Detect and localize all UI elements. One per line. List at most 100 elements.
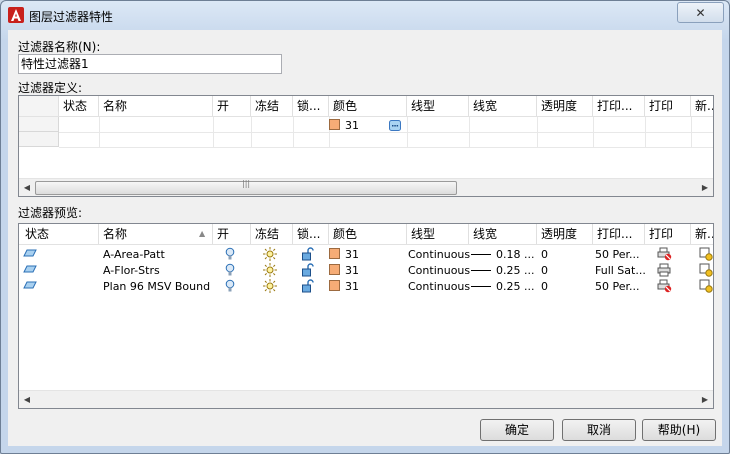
layer-color-value: 31	[345, 280, 359, 293]
layer-name: Plan 96 MSV Bound...	[103, 280, 211, 293]
filter-preview-label: 过滤器预览:	[18, 206, 83, 220]
layer-plot-style[interactable]: 50 Per...	[595, 247, 645, 263]
layer-lineweight[interactable]: 0.25 ...	[471, 279, 537, 295]
title-bar: 图层过滤器特性 ✕	[1, 1, 729, 29]
definition-row[interactable]: 31	[19, 118, 713, 134]
sun-thawed-icon[interactable]	[263, 263, 279, 279]
unlocked-icon[interactable]	[301, 279, 317, 295]
grid-line	[59, 147, 713, 148]
layer-color-value: 31	[345, 264, 359, 277]
layer-lineweight[interactable]: 0.18 ...	[471, 247, 537, 263]
col-name-label: 名称	[103, 227, 128, 241]
new-vp-freeze-icon[interactable]	[699, 247, 713, 263]
layer-transparency[interactable]: 0	[541, 263, 593, 279]
scroll-thumb[interactable]: |||	[35, 179, 457, 195]
layer-color-value: 31	[345, 248, 359, 261]
filter-name-input[interactable]: 特性过滤器1	[18, 54, 282, 74]
layer-filter-properties-dialog: 图层过滤器特性 ✕ 过滤器名称(N): 特性过滤器1 过滤器定义: 状态 名称 …	[0, 0, 730, 454]
def-col-status[interactable]: 状态	[59, 96, 99, 116]
col-new-vp-freeze[interactable]: 新...	[691, 224, 713, 244]
sun-thawed-icon[interactable]	[263, 279, 279, 295]
def-col-name[interactable]: 名称	[99, 96, 213, 116]
layer-row[interactable]: A-Area-Patt 31 Continuous 0.18 ... 0 50 …	[19, 247, 713, 263]
def-col-lock[interactable]: 锁...	[293, 96, 329, 116]
unlocked-icon[interactable]	[301, 263, 317, 279]
layer-lineweight[interactable]: 0.25 ...	[471, 263, 537, 279]
layer-linetype[interactable]: Continuous	[408, 279, 470, 295]
col-plot-style[interactable]: 打印...	[593, 224, 645, 244]
filter-definition-label: 过滤器定义:	[18, 81, 83, 95]
lineweight-sample	[471, 270, 491, 271]
lineweight-value: 0.25 ...	[496, 280, 535, 293]
def-col-linetype[interactable]: 线型	[407, 96, 469, 116]
color-swatch	[329, 264, 340, 275]
unlocked-icon[interactable]	[301, 247, 317, 263]
layer-status-icon	[23, 263, 39, 279]
color-swatch	[329, 119, 340, 130]
layer-row[interactable]: A-Flor-Strs 31 Continuous 0.25 ... 0 Ful…	[19, 263, 713, 279]
filter-definition-grid[interactable]: 状态 名称 开 冻结 锁... 颜色 线型 线宽 透明度 打印... 打印 新.…	[18, 95, 714, 197]
col-status[interactable]: 状态	[19, 224, 99, 244]
lineweight-value: 0.25 ...	[496, 264, 535, 277]
filter-name-label: 过滤器名称(N):	[18, 40, 101, 54]
cancel-button[interactable]: 取消	[562, 419, 636, 441]
ok-button[interactable]: 确定	[480, 419, 554, 441]
lightbulb-on-icon[interactable]	[225, 263, 239, 279]
layer-linetype[interactable]: Continuous	[408, 247, 470, 263]
def-col-freeze[interactable]: 冻结	[251, 96, 293, 116]
def-col-transparency[interactable]: 透明度	[537, 96, 593, 116]
def-col-on[interactable]: 开	[213, 96, 251, 116]
preview-header: 状态 名称 ▲ 开 冻结 锁... 颜色 线型 线宽 透明度 打印... 打印 …	[19, 224, 713, 245]
col-color[interactable]: 颜色	[329, 224, 407, 244]
color-picker-button[interactable]	[389, 120, 403, 132]
new-vp-freeze-icon[interactable]	[699, 263, 713, 279]
layer-transparency[interactable]: 0	[541, 279, 593, 295]
layer-color[interactable]: 31	[329, 279, 407, 295]
plot-printer-icon[interactable]	[657, 263, 673, 279]
sort-ascending-icon: ▲	[199, 229, 206, 238]
sun-thawed-icon[interactable]	[263, 247, 279, 263]
preview-hscrollbar[interactable]: ◀ ▶	[19, 390, 713, 408]
col-lock[interactable]: 锁...	[293, 224, 329, 244]
scroll-right-icon[interactable]: ▶	[697, 179, 713, 196]
new-vp-freeze-icon[interactable]	[699, 279, 713, 295]
col-on[interactable]: 开	[213, 224, 251, 244]
scroll-left-icon[interactable]: ◀	[19, 391, 35, 408]
def-col-plot-style[interactable]: 打印...	[593, 96, 645, 116]
close-button[interactable]: ✕	[677, 2, 724, 23]
lineweight-sample	[471, 254, 491, 255]
def-col-lineweight[interactable]: 线宽	[469, 96, 537, 116]
layer-row[interactable]: Plan 96 MSV Bound... 31 Continuous 0.25 …	[19, 279, 713, 295]
help-button[interactable]: 帮助(H)	[642, 419, 716, 441]
lineweight-value: 0.18 ...	[496, 248, 535, 261]
scroll-left-icon[interactable]: ◀	[19, 179, 35, 196]
layer-color[interactable]: 31	[329, 263, 407, 279]
layer-transparency[interactable]: 0	[541, 247, 593, 263]
def-col-color[interactable]: 颜色	[329, 96, 407, 116]
no-plot-printer-icon[interactable]	[657, 279, 673, 295]
col-lineweight[interactable]: 线宽	[469, 224, 537, 244]
lightbulb-on-icon[interactable]	[225, 247, 239, 263]
definition-hscrollbar[interactable]: ◀ ||| ▶	[19, 178, 713, 196]
ellipsis-icon	[389, 120, 401, 131]
layer-plot-style[interactable]: 50 Per...	[595, 279, 645, 295]
col-plot[interactable]: 打印	[645, 224, 691, 244]
layer-color[interactable]: 31	[329, 247, 407, 263]
color-swatch	[329, 248, 340, 259]
col-name[interactable]: 名称 ▲	[99, 224, 213, 244]
close-icon: ✕	[695, 5, 706, 20]
col-freeze[interactable]: 冻结	[251, 224, 293, 244]
autocad-app-icon	[8, 7, 24, 23]
lightbulb-on-icon[interactable]	[225, 279, 239, 295]
col-linetype[interactable]: 线型	[407, 224, 469, 244]
def-col-plot[interactable]: 打印	[645, 96, 691, 116]
def-col-new-vp[interactable]: 新...	[691, 96, 713, 116]
scroll-right-icon[interactable]: ▶	[697, 391, 713, 408]
dialog-body: 过滤器名称(N): 特性过滤器1 过滤器定义: 状态 名称 开 冻结 锁... …	[8, 30, 722, 446]
lineweight-sample	[471, 286, 491, 287]
layer-plot-style[interactable]: Full Sat...	[595, 263, 645, 279]
col-transparency[interactable]: 透明度	[537, 224, 593, 244]
layer-linetype[interactable]: Continuous	[408, 263, 470, 279]
no-plot-printer-icon[interactable]	[657, 247, 673, 263]
filter-preview-list[interactable]: 状态 名称 ▲ 开 冻结 锁... 颜色 线型 线宽 透明度 打印... 打印 …	[18, 223, 714, 409]
